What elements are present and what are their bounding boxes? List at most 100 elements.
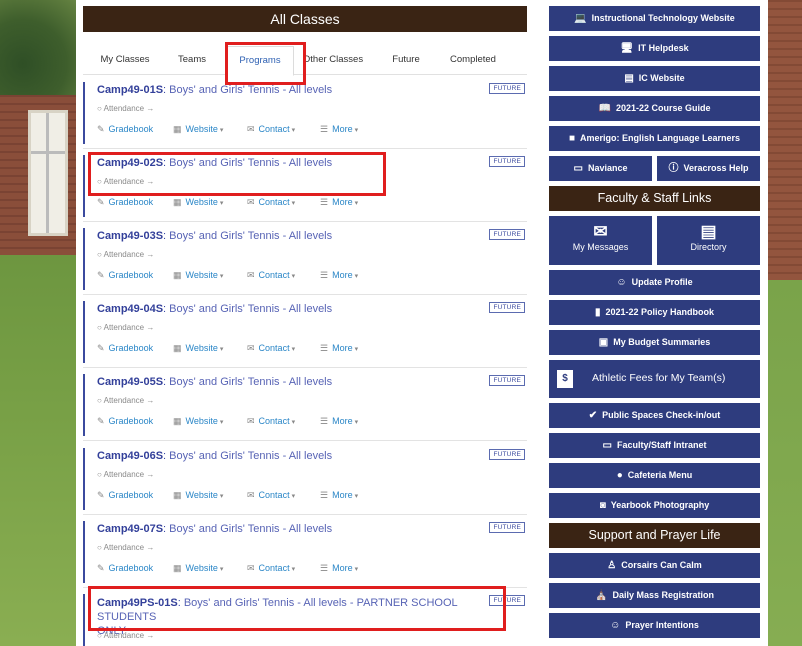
attendance-link[interactable]: ○ Attendance → xyxy=(97,250,154,259)
class-code[interactable]: Camp49-02S xyxy=(97,157,163,169)
class-tabs: My Classes Teams Programs Other Classes … xyxy=(83,46,527,76)
website-link[interactable]: ▦ Website ▾ xyxy=(173,416,223,427)
attendance-link[interactable]: ○ Attendance → xyxy=(97,470,154,479)
website-link[interactable]: ▦ Website ▾ xyxy=(173,343,223,354)
gradebook-link[interactable]: ✎ Gradebook xyxy=(97,197,153,208)
server-icon: ▤ xyxy=(624,73,634,84)
caret-down-icon: ▾ xyxy=(354,566,359,573)
instructional-technology-link[interactable]: 💻 Instructional Technology Website xyxy=(549,6,760,31)
tab-programs[interactable]: Programs xyxy=(226,46,294,76)
ic-website-link[interactable]: ▤ IC Website xyxy=(549,66,760,91)
gradebook-link[interactable]: ✎ Gradebook xyxy=(97,343,153,354)
attendance-link[interactable]: ○ Attendance → xyxy=(97,396,154,405)
caret-down-icon: ▾ xyxy=(219,127,224,134)
caret-down-icon: ▾ xyxy=(219,493,224,500)
class-title[interactable]: Camp49PS-01S: Boys' and Girls' Tennis - … xyxy=(97,596,497,638)
tab-future[interactable]: Future xyxy=(381,46,431,74)
yearbook-link[interactable]: ◙ Yearbook Photography xyxy=(549,493,760,518)
class-title[interactable]: Camp49-03S: Boys' and Girls' Tennis - Al… xyxy=(97,230,332,242)
class-title[interactable]: Camp49-05S: Boys' and Girls' Tennis - Al… xyxy=(97,376,332,388)
directory-link[interactable]: ▤ Directory xyxy=(657,216,760,265)
class-code[interactable]: Camp49PS-01S xyxy=(97,597,178,609)
gradebook-link[interactable]: ✎ Gradebook xyxy=(97,124,153,135)
menu-icon: ☰ xyxy=(320,270,329,280)
website-link[interactable]: ▦ Website ▾ xyxy=(173,490,223,501)
class-title[interactable]: Camp49-02S: Boys' and Girls' Tennis - Al… xyxy=(97,157,332,169)
contact-link[interactable]: ✉ Contact ▾ xyxy=(247,270,295,281)
attendance-link[interactable]: ○ Attendance → xyxy=(97,323,154,332)
athletic-fees-link[interactable]: $ Athletic Fees for My Team(s) xyxy=(549,360,760,398)
tab-my-classes[interactable]: My Classes xyxy=(89,46,161,74)
class-row: Camp49-02S: Boys' and Girls' Tennis - Al… xyxy=(83,149,527,222)
corsairs-can-calm-link[interactable]: ♙ Corsairs Can Calm xyxy=(549,553,760,578)
veracross-help-link[interactable]: ⓘ Veracross Help xyxy=(657,156,760,181)
class-code[interactable]: Camp49-01S xyxy=(97,84,163,96)
link-label: 2021-22 Policy Handbook xyxy=(605,307,715,317)
gradebook-link[interactable]: ✎ Gradebook xyxy=(97,490,153,501)
budget-summaries-link[interactable]: ▣ My Budget Summaries xyxy=(549,330,760,355)
gradebook-link[interactable]: ✎ Gradebook xyxy=(97,563,153,574)
contact-label: Contact xyxy=(258,343,290,353)
prayer-intentions-link[interactable]: ☺ Prayer Intentions xyxy=(549,613,760,638)
attendance-link[interactable]: ○ Attendance → xyxy=(97,543,154,552)
contact-link[interactable]: ✉ Contact ▾ xyxy=(247,343,295,354)
more-link[interactable]: ☰ More ▾ xyxy=(320,124,358,135)
website-label: Website xyxy=(185,197,218,207)
attendance-link[interactable]: ○ Attendance → xyxy=(97,177,154,186)
caret-down-icon: ▾ xyxy=(219,419,224,426)
more-link[interactable]: ☰ More ▾ xyxy=(320,563,358,574)
gradebook-link[interactable]: ✎ Gradebook xyxy=(97,416,153,427)
public-spaces-link[interactable]: ✔ Public Spaces Check-in/out xyxy=(549,403,760,428)
menu-icon: ☰ xyxy=(320,490,329,500)
class-title[interactable]: Camp49-04S: Boys' and Girls' Tennis - Al… xyxy=(97,303,332,315)
website-link[interactable]: ▦ Website ▾ xyxy=(173,563,223,574)
website-label: Website xyxy=(185,490,218,500)
class-title[interactable]: Camp49-06S: Boys' and Girls' Tennis - Al… xyxy=(97,450,332,462)
my-messages-link[interactable]: ✉ My Messages xyxy=(549,216,652,265)
contact-link[interactable]: ✉ Contact ▾ xyxy=(247,416,295,427)
gradebook-link[interactable]: ✎ Gradebook xyxy=(97,270,153,281)
more-link[interactable]: ☰ More ▾ xyxy=(320,490,358,501)
it-helpdesk-link[interactable]: 🖥 IT Helpdesk xyxy=(549,36,760,61)
website-link[interactable]: ▦ Website ▾ xyxy=(173,124,223,135)
contact-link[interactable]: ✉ Contact ▾ xyxy=(247,124,295,135)
course-guide-link[interactable]: 📖 2021-22 Course Guide xyxy=(549,96,760,121)
more-link[interactable]: ☰ More ▾ xyxy=(320,197,358,208)
more-link[interactable]: ☰ More ▾ xyxy=(320,270,358,281)
table-icon: ▦ xyxy=(173,270,182,280)
naviance-link[interactable]: ▭ Naviance xyxy=(549,156,652,181)
class-code[interactable]: Camp49-04S xyxy=(97,303,163,315)
attendance-link[interactable]: ○ Attendance → xyxy=(97,104,154,113)
website-link[interactable]: ▦ Website ▾ xyxy=(173,197,223,208)
circle-icon: ○ xyxy=(97,396,104,405)
more-link[interactable]: ☰ More ▾ xyxy=(320,343,358,354)
contact-link[interactable]: ✉ Contact ▾ xyxy=(247,197,295,208)
desktop-icon: 🖥 xyxy=(620,43,634,54)
tab-completed[interactable]: Completed xyxy=(441,46,505,74)
class-title[interactable]: Camp49-07S: Boys' and Girls' Tennis - Al… xyxy=(97,523,332,535)
cafeteria-menu-link[interactable]: ● Cafeteria Menu xyxy=(549,463,760,488)
all-classes-section: All Classes My Classes Teams Programs Ot… xyxy=(83,0,527,646)
tab-teams[interactable]: Teams xyxy=(167,46,217,74)
daily-mass-link[interactable]: ⛪ Daily Mass Registration xyxy=(549,583,760,608)
link-label: 2021-22 Course Guide xyxy=(615,103,711,113)
contact-link[interactable]: ✉ Contact ▾ xyxy=(247,490,295,501)
class-code[interactable]: Camp49-07S xyxy=(97,523,163,535)
pencil-icon: ✎ xyxy=(97,270,105,280)
contact-link[interactable]: ✉ Contact ▾ xyxy=(247,563,295,574)
class-code[interactable]: Camp49-06S xyxy=(97,450,163,462)
class-code[interactable]: Camp49-03S xyxy=(97,230,163,242)
update-profile-link[interactable]: ☺ Update Profile xyxy=(549,270,760,295)
more-link[interactable]: ☰ More ▾ xyxy=(320,416,358,427)
website-link[interactable]: ▦ Website ▾ xyxy=(173,270,223,281)
tab-other-classes[interactable]: Other Classes xyxy=(299,46,367,74)
more-label: More xyxy=(332,416,353,426)
attendance-link[interactable]: ○ Attendance → xyxy=(97,631,154,640)
caret-down-icon: ▾ xyxy=(354,346,359,353)
class-code[interactable]: Camp49-05S xyxy=(97,376,163,388)
class-title[interactable]: Camp49-01S: Boys' and Girls' Tennis - Al… xyxy=(97,84,332,96)
website-label: Website xyxy=(185,563,218,573)
intranet-link[interactable]: ▭ Faculty/Staff Intranet xyxy=(549,433,760,458)
policy-handbook-link[interactable]: ▮ 2021-22 Policy Handbook xyxy=(549,300,760,325)
amerigo-link[interactable]: ■ Amerigo: English Language Learners xyxy=(549,126,760,151)
